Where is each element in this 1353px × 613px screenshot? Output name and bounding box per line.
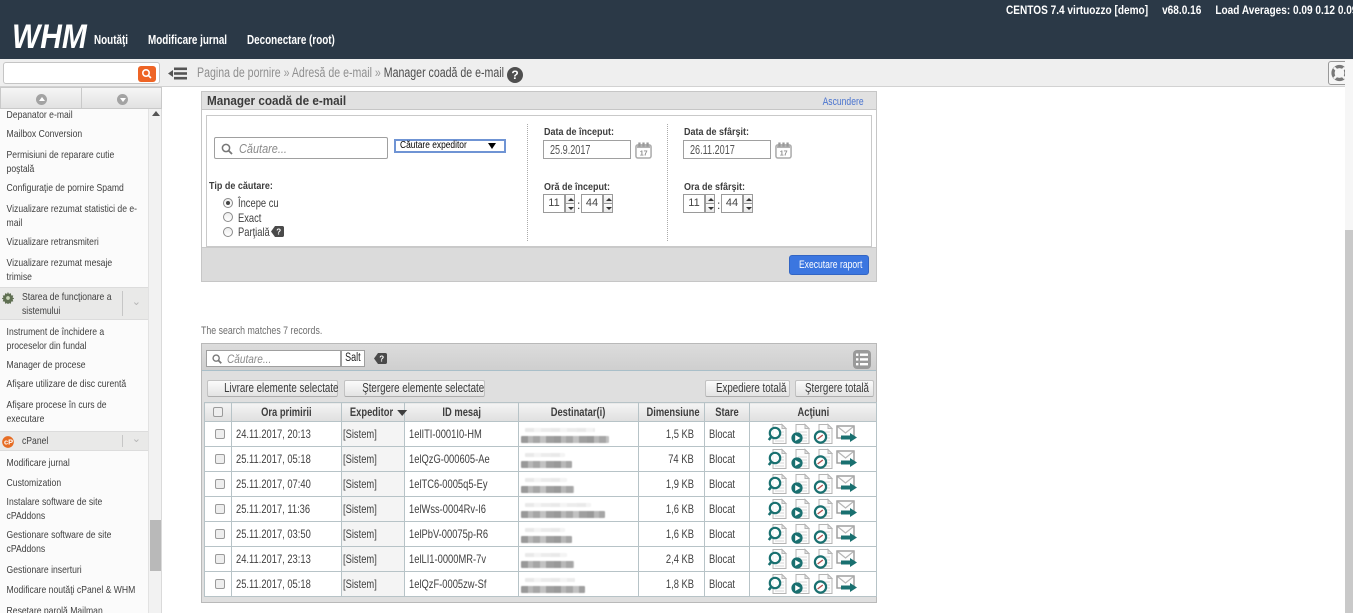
svg-text:17: 17: [780, 150, 788, 158]
svg-text:?: ?: [379, 355, 384, 364]
svg-text:?: ?: [276, 228, 281, 237]
svg-text:17: 17: [640, 150, 648, 158]
svg-text:cP: cP: [4, 438, 13, 447]
